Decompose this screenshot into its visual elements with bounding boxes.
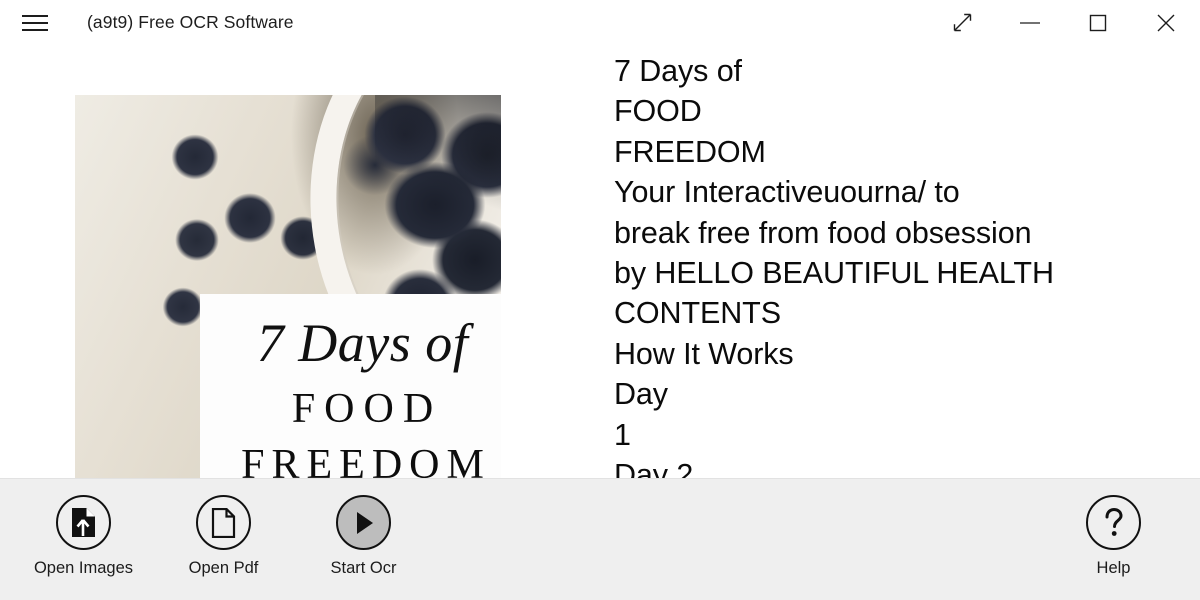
ocr-text-line: CONTENTS xyxy=(614,296,781,331)
start-ocr-button[interactable]: Start Ocr xyxy=(306,495,421,578)
open-pdf-circle xyxy=(196,495,251,550)
maximize-square-icon xyxy=(1089,14,1107,31)
ocr-text-line: FOOD xyxy=(614,94,702,129)
ocr-text-line: by HELLO BEAUTIFUL HEALTH xyxy=(614,256,1054,291)
close-button[interactable] xyxy=(1132,0,1200,45)
ocr-text-line: break free from food obsession xyxy=(614,215,1032,250)
main-content: 7 Days of FOOD FREEDOM Your interactive … xyxy=(0,45,1200,478)
ocr-text-output[interactable]: 7 Days of FOOD FREEDOM Your Interactiveu… xyxy=(601,45,1200,478)
window-controls xyxy=(928,0,1200,45)
cover-script-title: 7 Days of xyxy=(256,313,469,373)
ocr-text-line: Day 2 xyxy=(614,458,694,478)
cover-line-food: FOOD xyxy=(291,386,443,432)
ocr-application-window: (a9t9) Free OCR Software 7 Days of FOOD … xyxy=(0,0,1200,600)
document-page-icon xyxy=(211,507,236,538)
help-label: Help xyxy=(1096,559,1131,577)
hamburger-line xyxy=(22,14,48,17)
open-images-circle xyxy=(56,495,111,550)
open-pdf-button[interactable]: Open Pdf xyxy=(166,495,281,578)
start-ocr-label: Start Ocr xyxy=(330,559,397,577)
image-preview-pane[interactable]: 7 Days of FOOD FREEDOM Your interactive … xyxy=(0,45,570,478)
help-button[interactable]: Help xyxy=(1056,495,1171,578)
ocr-text-line: Your Interactiveuourna/ to xyxy=(614,175,960,210)
hamburger-line xyxy=(22,21,48,24)
bottom-toolbar: Open Images Open Pdf Start Ocr Process A… xyxy=(0,478,1200,600)
ocr-text-line: How It Works xyxy=(614,336,794,371)
open-pdf-label: Open Pdf xyxy=(188,559,259,577)
preview-image: 7 Days of FOOD FREEDOM Your interactive … xyxy=(75,95,501,478)
help-circle xyxy=(1086,495,1141,550)
ocr-text-line: FREEDOM xyxy=(614,134,766,169)
maximize-button[interactable] xyxy=(1064,0,1132,45)
title-bar: (a9t9) Free OCR Software xyxy=(0,0,1200,45)
document-upload-icon xyxy=(72,508,95,537)
restore-expand-button[interactable] xyxy=(928,0,996,45)
play-triangle-icon xyxy=(356,511,373,534)
hamburger-menu-icon[interactable] xyxy=(22,11,56,35)
diagonal-arrows-icon xyxy=(953,13,971,32)
open-images-button[interactable]: Open Images xyxy=(26,495,141,578)
minimize-button[interactable] xyxy=(996,0,1064,45)
question-mark-icon xyxy=(1105,507,1123,536)
close-x-icon xyxy=(1157,14,1175,31)
ocr-text-line: 1 xyxy=(614,417,631,452)
start-ocr-circle xyxy=(336,495,391,550)
book-cover-card: 7 Days of FOOD FREEDOM Your interactive … xyxy=(200,294,501,478)
open-images-label: Open Images xyxy=(33,559,134,577)
hamburger-line xyxy=(22,28,48,31)
ocr-text-line: 7 Days of xyxy=(614,54,742,88)
cover-line-freedom: FREEDOM xyxy=(241,442,491,478)
minimize-icon xyxy=(1020,21,1040,24)
app-title: (a9t9) Free OCR Software xyxy=(87,12,294,32)
ocr-text-line: Day xyxy=(614,377,668,412)
